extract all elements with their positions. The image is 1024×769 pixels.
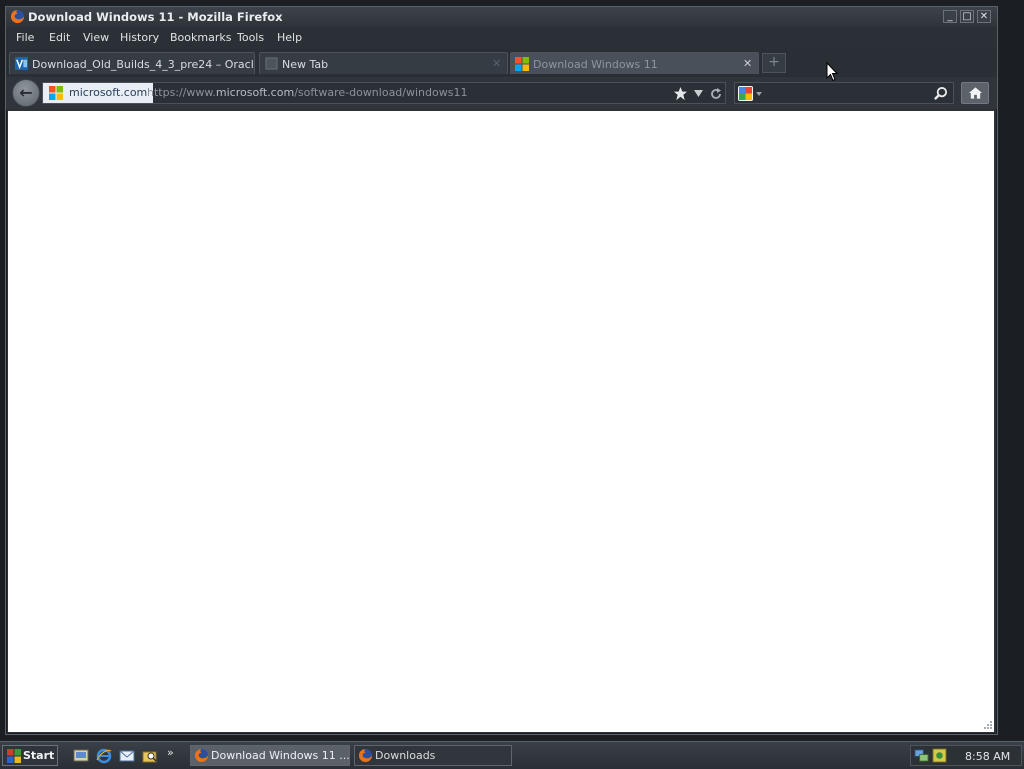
menu-view[interactable]: View <box>83 31 109 44</box>
search-bar[interactable] <box>734 82 954 104</box>
url-scheme: https://www. <box>147 86 216 99</box>
search-folder-icon[interactable] <box>142 748 158 764</box>
tab-download-windows-11[interactable]: Download Windows 11 ✕ <box>510 52 759 74</box>
reload-icon[interactable] <box>709 87 723 101</box>
start-label: Start <box>23 749 55 762</box>
task-label: Downloads <box>375 749 436 762</box>
virtualbox-tray-icon[interactable] <box>932 748 947 763</box>
firefox-icon <box>10 9 25 24</box>
clock: 8:58 AM <box>965 750 1011 763</box>
resize-grip-icon[interactable] <box>981 718 993 730</box>
url-bar[interactable]: microsoft.com https://www.microsoft.com/… <box>42 82 726 104</box>
tab-label: New Tab <box>282 58 329 71</box>
chevron-down-icon[interactable] <box>694 90 703 97</box>
engine-dropdown-icon[interactable] <box>756 92 762 96</box>
maximize-button[interactable]: □ <box>960 10 974 23</box>
blank-page-icon <box>265 57 278 70</box>
system-tray: 8:58 AM <box>910 745 1022 766</box>
google-icon[interactable] <box>738 86 753 101</box>
firefox-icon <box>358 748 373 763</box>
menu-bookmarks[interactable]: Bookmarks <box>170 31 231 44</box>
tab-new-tab[interactable]: New Tab ✕ <box>259 52 508 74</box>
identity-label: microsoft.com <box>69 86 148 99</box>
close-tab-icon[interactable]: ✕ <box>743 57 752 70</box>
search-icon[interactable] <box>933 86 948 101</box>
bookmark-star-icon[interactable] <box>673 86 688 101</box>
url-host: microsoft.com <box>215 86 295 99</box>
menu-bar: File Edit View History Bookmarks Tools H… <box>6 27 997 49</box>
plus-icon: + <box>768 54 780 70</box>
outlook-express-icon[interactable] <box>119 748 135 764</box>
home-button[interactable] <box>961 82 989 104</box>
microsoft-icon <box>515 57 529 71</box>
minimize-icon: _ <box>947 11 953 22</box>
taskbar-item-firefox-window[interactable]: Download Windows 11 ... <box>190 745 350 766</box>
minimize-button[interactable]: _ <box>943 10 957 23</box>
task-label: Download Windows 11 ... <box>211 749 350 762</box>
home-icon <box>968 87 983 99</box>
maximize-icon: □ <box>962 11 972 22</box>
url-path: /software-download/windows11 <box>294 86 468 99</box>
close-button[interactable]: ✕ <box>977 10 991 23</box>
navigation-bar: microsoft.com https://www.microsoft.com/… <box>6 77 997 109</box>
microsoft-icon <box>49 86 63 100</box>
network-icon[interactable] <box>914 748 929 763</box>
start-button[interactable]: Start <box>2 745 58 766</box>
menu-history[interactable]: History <box>120 31 159 44</box>
new-tab-button[interactable]: + <box>762 53 786 73</box>
url-text: https://www.microsoft.com/software-downl… <box>147 86 467 99</box>
close-icon: ✕ <box>979 11 989 22</box>
back-arrow-icon: ← <box>19 83 33 102</box>
menu-tools[interactable]: Tools <box>237 31 264 44</box>
tab-virtualbox[interactable]: Download_Old_Builds_4_3_pre24 – Oracl... <box>9 52 255 74</box>
title-bar[interactable]: Download Windows 11 - Mozilla Firefox _ … <box>6 7 997 27</box>
tab-strip: Download_Old_Builds_4_3_pre24 – Oracl...… <box>6 49 997 78</box>
tab-label: Download Windows 11 <box>533 58 658 71</box>
virtualbox-icon <box>14 56 29 71</box>
windows-logo-icon <box>7 749 21 763</box>
taskbar-item-downloads[interactable]: Downloads <box>354 745 512 766</box>
quick-launch-more-icon[interactable]: » <box>167 746 174 759</box>
page-content[interactable] <box>8 111 994 732</box>
menu-edit[interactable]: Edit <box>49 31 70 44</box>
show-desktop-icon[interactable] <box>73 748 89 764</box>
firefox-icon <box>194 748 209 763</box>
window-title: Download Windows 11 - Mozilla Firefox <box>28 10 283 24</box>
mouse-cursor-icon <box>826 62 839 82</box>
tab-label: Download_Old_Builds_4_3_pre24 – Oracl... <box>32 58 255 71</box>
taskbar: Start » Download Windows 11 ... Download… <box>0 741 1024 769</box>
site-identity-button[interactable]: microsoft.com <box>43 83 154 103</box>
browser-window: Download Windows 11 - Mozilla Firefox _ … <box>5 6 998 735</box>
back-button[interactable]: ← <box>12 79 40 107</box>
menu-help[interactable]: Help <box>277 31 302 44</box>
internet-explorer-icon[interactable] <box>96 748 112 764</box>
menu-file[interactable]: File <box>16 31 34 44</box>
close-tab-icon[interactable]: ✕ <box>492 57 501 70</box>
